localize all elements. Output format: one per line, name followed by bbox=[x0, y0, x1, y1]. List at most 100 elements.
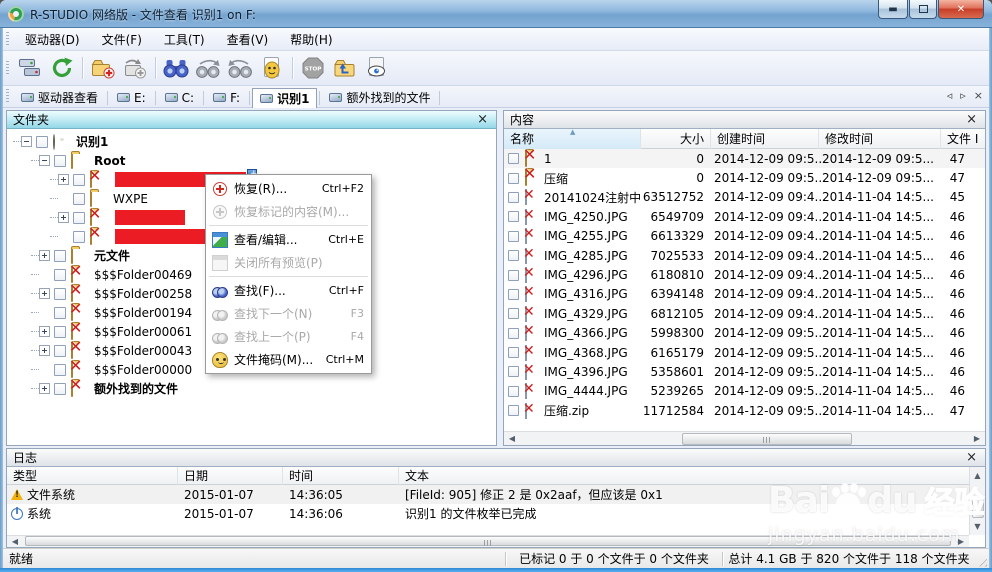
scroll-left-icon[interactable]: ◀ bbox=[504, 432, 520, 445]
menu-item[interactable]: 驱动器(D) bbox=[14, 28, 91, 51]
tree-checkbox[interactable] bbox=[54, 382, 66, 395]
tree-item[interactable]: 额外找到的文件 bbox=[7, 379, 496, 398]
menu-item[interactable]: 查看(V) bbox=[216, 28, 280, 51]
file-row[interactable]: IMG_4255.JPG 6613329 2014-12-09 09:4... … bbox=[504, 227, 985, 246]
menubar-grip[interactable] bbox=[6, 31, 9, 47]
log-column-type[interactable]: 类型 bbox=[7, 466, 178, 485]
scroll-right-icon[interactable]: ▶ bbox=[969, 432, 985, 445]
find-button[interactable] bbox=[161, 54, 191, 83]
row-checkbox[interactable] bbox=[508, 366, 519, 378]
file-row[interactable]: IMG_4366.JPG 5998300 2014-12-09 09:5... … bbox=[504, 324, 985, 343]
tab-close-button[interactable]: × bbox=[974, 89, 983, 102]
open-drive-file-button[interactable] bbox=[330, 54, 360, 83]
file-mask-button[interactable] bbox=[257, 54, 287, 83]
scroll-up-icon[interactable]: ▲ bbox=[970, 469, 986, 482]
log-row[interactable]: 系统 2015-01-07 14:36:06 识别1 的文件枚举已完成 bbox=[7, 504, 985, 523]
content-horizontal-scrollbar[interactable]: ◀ ▶ bbox=[504, 431, 985, 445]
context-menu-item[interactable]: 关闭所有预览(P) bbox=[208, 251, 369, 274]
tabbar-grip[interactable] bbox=[6, 89, 9, 104]
log-column-time[interactable]: 时间 bbox=[283, 466, 399, 485]
row-checkbox[interactable] bbox=[508, 385, 519, 397]
tree-checkbox[interactable] bbox=[73, 192, 85, 205]
tree-checkbox[interactable] bbox=[54, 306, 66, 319]
tree-checkbox[interactable] bbox=[73, 230, 85, 243]
log-column-date[interactable]: 日期 bbox=[178, 466, 283, 485]
file-row[interactable]: IMG_4329.JPG 6812105 2014-12-09 09:4... … bbox=[504, 304, 985, 323]
toolbar-grip[interactable] bbox=[6, 60, 9, 76]
connect-drives-button[interactable] bbox=[15, 54, 45, 83]
tab-scroll-left-button[interactable]: ◃ bbox=[947, 89, 953, 102]
context-menu-item[interactable]: 查看/编辑... Ctrl+E bbox=[208, 228, 369, 251]
column-header-modified[interactable]: 修改时间 bbox=[819, 128, 941, 149]
recover-button[interactable] bbox=[88, 54, 118, 83]
tab-item[interactable]: F: bbox=[206, 88, 247, 108]
log-panel-close-icon[interactable]: × bbox=[964, 451, 979, 464]
minimize-button[interactable]: ▬ bbox=[878, 0, 908, 19]
tree-checkbox[interactable] bbox=[73, 211, 85, 224]
scroll-right-icon[interactable]: ▶ bbox=[953, 535, 969, 548]
resize-grip[interactable] bbox=[975, 554, 987, 567]
menu-item[interactable]: 帮助(H) bbox=[279, 28, 343, 51]
row-checkbox[interactable] bbox=[508, 308, 519, 320]
context-menu-item[interactable]: 恢复标记的内容(M)... bbox=[208, 200, 369, 223]
file-row[interactable]: IMG_4396.JPG 5358601 2014-12-09 09:5... … bbox=[504, 362, 985, 381]
file-row[interactable]: 1 0 2014-12-09 09:5... 2014-12-09 09:5..… bbox=[504, 149, 985, 169]
preview-button[interactable] bbox=[362, 54, 392, 83]
row-checkbox[interactable] bbox=[508, 191, 519, 203]
maximize-button[interactable] bbox=[909, 0, 937, 19]
file-row[interactable]: 压缩.zip 11712584 2014-12-09 09:5... 2014-… bbox=[504, 401, 985, 420]
row-checkbox[interactable] bbox=[508, 405, 519, 417]
tree-checkbox[interactable] bbox=[54, 363, 66, 376]
row-checkbox[interactable] bbox=[508, 327, 519, 339]
menu-item[interactable]: 文件(F) bbox=[91, 28, 153, 51]
row-checkbox[interactable] bbox=[508, 250, 519, 262]
tab-item[interactable]: 识别1 bbox=[252, 87, 318, 108]
scroll-thumb[interactable] bbox=[681, 432, 853, 445]
log-horizontal-scrollbar[interactable]: ◀ ▶ bbox=[7, 535, 969, 547]
tree-checkbox[interactable] bbox=[54, 268, 66, 281]
expand-toggle-icon[interactable] bbox=[58, 212, 69, 223]
tree-checkbox[interactable] bbox=[36, 135, 48, 148]
log-column-text[interactable]: 文本 bbox=[399, 467, 985, 485]
tree-checkbox[interactable] bbox=[54, 287, 66, 300]
file-row[interactable]: IMG_4296.JPG 6180810 2014-12-09 09:4... … bbox=[504, 265, 985, 284]
scroll-left-icon[interactable]: ◀ bbox=[7, 535, 23, 548]
scroll-thumb[interactable] bbox=[971, 496, 984, 518]
refresh-button[interactable] bbox=[47, 54, 77, 83]
file-row[interactable]: IMG_4368.JPG 6165179 2014-12-09 09:5... … bbox=[504, 343, 985, 362]
menu-item[interactable]: 工具(T) bbox=[153, 28, 216, 51]
expand-toggle-icon[interactable] bbox=[39, 288, 50, 299]
tab-item[interactable]: 额外找到的文件 bbox=[322, 88, 437, 108]
tab-item[interactable]: E: bbox=[110, 88, 153, 108]
row-checkbox[interactable] bbox=[508, 230, 519, 242]
file-row[interactable]: IMG_4250.JPG 6549709 2014-12-09 09:4... … bbox=[504, 207, 985, 226]
row-checkbox[interactable] bbox=[508, 153, 519, 165]
row-checkbox[interactable] bbox=[508, 269, 519, 281]
row-checkbox[interactable] bbox=[508, 172, 519, 184]
title-bar[interactable]: R-STUDIO 网络版 - 文件查看 识别1 on F: ▬ ✕ bbox=[0, 0, 992, 28]
expand-toggle-icon[interactable] bbox=[21, 136, 32, 147]
row-checkbox[interactable] bbox=[508, 347, 519, 359]
tab-item[interactable]: C: bbox=[158, 88, 201, 108]
file-row[interactable]: IMG_4285.JPG 7025533 2014-12-09 09:4... … bbox=[504, 246, 985, 265]
file-row[interactable]: IMG_4316.JPG 6394148 2014-12-09 09:4... … bbox=[504, 285, 985, 304]
column-header-name[interactable]: ▲ 名称 bbox=[504, 128, 641, 149]
file-row[interactable]: IMG_4444.JPG 5239265 2014-12-09 09:5... … bbox=[504, 382, 985, 401]
expand-toggle-icon[interactable] bbox=[58, 174, 69, 185]
scroll-thumb[interactable] bbox=[25, 535, 951, 546]
row-checkbox[interactable] bbox=[508, 288, 519, 300]
column-header-created[interactable]: 创建时间 bbox=[711, 128, 819, 149]
file-row[interactable]: 压缩 0 2014-12-09 09:5... 2014-12-09 09:5.… bbox=[504, 168, 985, 187]
log-vertical-scrollbar[interactable]: ▲ ▼ bbox=[969, 467, 985, 535]
tab-item[interactable]: 驱动器查看 bbox=[14, 88, 105, 108]
file-row[interactable]: 20141024注射中... 63512752 2014-12-09 09:4.… bbox=[504, 188, 985, 207]
tree-item[interactable]: 识别1 bbox=[7, 132, 496, 151]
tab-scroll-right-button[interactable]: ▹ bbox=[960, 89, 966, 102]
tree-checkbox[interactable] bbox=[54, 344, 66, 357]
expand-toggle-icon[interactable] bbox=[39, 155, 50, 166]
tree-item[interactable]: Root bbox=[7, 151, 496, 170]
folders-panel-close-icon[interactable]: × bbox=[475, 113, 490, 126]
context-menu-item[interactable]: 查找上一个(P) F4 bbox=[208, 325, 369, 348]
tree-checkbox[interactable] bbox=[54, 154, 66, 167]
context-menu-item[interactable]: 文件掩码(M)... Ctrl+M bbox=[208, 348, 369, 371]
